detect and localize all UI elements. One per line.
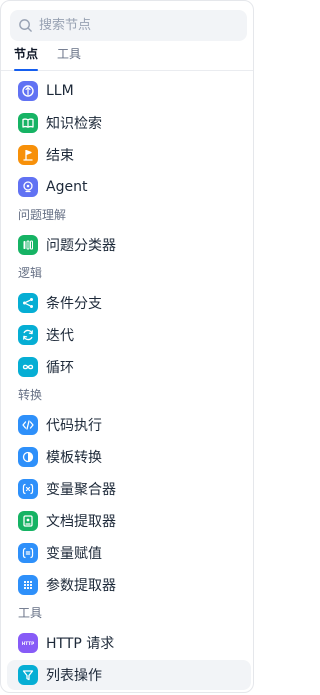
node-item-template-transform[interactable]: 模板转换	[7, 442, 251, 472]
node-item-label: 文档提取器	[46, 514, 116, 530]
node-item-label: 知识检索	[46, 116, 102, 132]
node-item-label: 问题分类器	[46, 238, 116, 254]
node-item-variable-aggregator[interactable]: 变量聚合器	[7, 474, 251, 504]
iteration-icon	[18, 325, 38, 345]
variable-assigner-icon	[18, 543, 38, 563]
node-item-label: 列表操作	[46, 668, 102, 684]
node-selector-panel: 节点 工具 LLM 知识检索 结束 Agent 问题理解 问题分类器	[0, 0, 254, 693]
node-item-label: 参数提取器	[46, 578, 116, 594]
document-extractor-icon	[18, 511, 38, 531]
node-item-http-request[interactable]: HTTP HTTP 请求	[7, 628, 251, 658]
loop-icon	[18, 357, 38, 377]
knowledge-retrieval-icon	[18, 113, 38, 133]
question-classifier-icon	[18, 235, 38, 255]
node-item-llm[interactable]: LLM	[7, 76, 251, 106]
end-icon	[18, 145, 38, 165]
node-item-loop[interactable]: 循环	[7, 352, 251, 382]
section-title-logic: 逻辑	[18, 266, 43, 280]
node-item-label: 模板转换	[46, 450, 102, 466]
node-item-if-else[interactable]: 条件分支	[7, 288, 251, 318]
node-item-label: 变量赋值	[46, 546, 102, 562]
node-item-label: 结束	[46, 148, 74, 164]
node-item-agent[interactable]: Agent	[7, 172, 251, 202]
section-title-tools: 工具	[18, 606, 43, 620]
search-icon	[19, 19, 32, 32]
if-else-icon	[18, 293, 38, 313]
section-title-question-understanding: 问题理解	[18, 208, 67, 222]
tab-tools[interactable]: 工具	[57, 45, 81, 70]
llm-icon	[18, 81, 38, 101]
node-item-label: 循环	[46, 360, 74, 376]
template-transform-icon	[18, 447, 38, 467]
tab-bar: 节点 工具	[1, 45, 253, 71]
svg-text:HTTP: HTTP	[22, 641, 34, 646]
node-item-list-operator[interactable]: 列表操作	[7, 660, 251, 690]
variable-aggregator-icon	[18, 479, 38, 499]
tab-nodes[interactable]: 节点	[14, 45, 39, 71]
parameter-extractor-icon	[18, 575, 38, 595]
node-item-label: HTTP 请求	[46, 636, 115, 652]
node-item-label: 条件分支	[46, 296, 102, 312]
node-item-label: 代码执行	[46, 418, 102, 434]
node-item-end[interactable]: 结束	[7, 140, 251, 170]
list-operator-icon	[18, 665, 38, 685]
node-item-label: LLM	[46, 83, 74, 99]
node-item-question-classifier[interactable]: 问题分类器	[7, 230, 251, 260]
node-item-code[interactable]: 代码执行	[7, 410, 251, 440]
node-item-label: 变量聚合器	[46, 482, 116, 498]
code-icon	[18, 415, 38, 435]
node-item-document-extractor[interactable]: 文档提取器	[7, 506, 251, 536]
node-item-parameter-extractor[interactable]: 参数提取器	[7, 570, 251, 600]
agent-icon	[18, 177, 38, 197]
http-request-icon: HTTP	[18, 633, 38, 653]
search-input[interactable]	[37, 17, 231, 34]
node-item-iteration[interactable]: 迭代	[7, 320, 251, 350]
section-title-transform: 转换	[18, 388, 43, 402]
node-item-knowledge-retrieval[interactable]: 知识检索	[7, 108, 251, 138]
node-item-label: 迭代	[46, 328, 74, 344]
search-box[interactable]	[10, 10, 247, 41]
node-item-variable-assigner[interactable]: 变量赋值	[7, 538, 251, 568]
node-item-label: Agent	[46, 179, 88, 195]
